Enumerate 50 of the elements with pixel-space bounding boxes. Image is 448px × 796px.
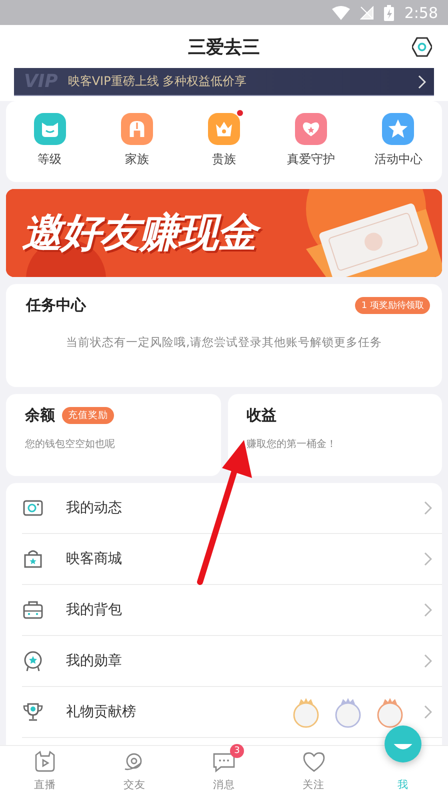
chevron-right-icon bbox=[424, 552, 432, 566]
wifi-icon bbox=[332, 6, 350, 20]
shortcut-label[interactable]: 贵族 bbox=[212, 151, 236, 168]
shortcut-label[interactable]: 活动中心 bbox=[374, 151, 422, 168]
shortcut-label[interactable]: 家族 bbox=[124, 151, 149, 168]
chevron-right-icon bbox=[424, 654, 432, 668]
tab[interactable]: 交友 bbox=[90, 746, 180, 796]
menu-label: 我的动态 bbox=[66, 499, 123, 517]
menu-item[interactable]: 映客商城 bbox=[22, 534, 442, 585]
risk-message: 当前状态有一定风险哦,请您尝试登录其他账号解锁更多任务 bbox=[65, 335, 383, 350]
tab[interactable]: 关注 bbox=[268, 746, 358, 796]
backpack-icon bbox=[22, 599, 44, 621]
battery-icon bbox=[384, 4, 394, 20]
card-title: 收益 bbox=[246, 406, 276, 425]
tab[interactable]: 直播 bbox=[0, 746, 90, 796]
chevron-right-icon bbox=[424, 705, 432, 719]
no-sim-icon bbox=[360, 6, 374, 20]
menu-label: 映客商城 bbox=[66, 550, 123, 568]
card-subtitle: 赚取您的第一桶金！ bbox=[246, 438, 338, 451]
chevron-right-icon bbox=[424, 501, 432, 515]
menu-item[interactable]: 我的背包 bbox=[22, 585, 442, 636]
shortcut-icon[interactable] bbox=[34, 113, 66, 145]
shortcut-label[interactable]: 等级 bbox=[38, 151, 62, 168]
chevron-right-icon bbox=[418, 74, 426, 88]
medal-icon bbox=[22, 650, 44, 672]
menu-label: 我的勋章 bbox=[66, 652, 123, 670]
unread-badge: 3 bbox=[230, 744, 244, 758]
settings-icon[interactable] bbox=[412, 37, 432, 57]
shortcut-icon[interactable] bbox=[295, 113, 328, 145]
shopping-bag-icon bbox=[22, 548, 44, 570]
shortcut-icon[interactable] bbox=[120, 113, 153, 145]
menu-item[interactable]: 我的动态 bbox=[22, 483, 442, 534]
clock: 2:58 bbox=[404, 4, 438, 22]
page-title: 三爱去三 bbox=[188, 36, 260, 58]
shortcut-label[interactable]: 真爱守护 bbox=[287, 151, 336, 168]
vip-promo-text: 映客VIP重磅上线 多种权益低价享 bbox=[68, 73, 248, 90]
earnings-card[interactable]: 收益 赚取您的第一桶金！ bbox=[228, 394, 442, 476]
shortcut-icon[interactable] bbox=[382, 113, 414, 145]
smiley-bubble-icon[interactable] bbox=[383, 724, 424, 764]
chevron-right-icon bbox=[424, 603, 432, 617]
section-title: 任务中心 bbox=[26, 296, 86, 315]
trophy-icon bbox=[22, 701, 44, 723]
menu-label: 礼物贡献榜 bbox=[66, 703, 137, 721]
card-subtitle: 您的钱包空空如也呢 bbox=[25, 438, 116, 451]
balance-card[interactable]: 余额 充值奖励 您的钱包空空如也呢 bbox=[6, 394, 220, 476]
menu-item[interactable]: 我的勋章 bbox=[22, 636, 442, 687]
card-title: 余额 bbox=[25, 406, 55, 425]
menu-label: 我的背包 bbox=[66, 601, 123, 619]
tab[interactable]: 消息 3 bbox=[179, 746, 269, 796]
shortcut-icon[interactable] bbox=[208, 113, 240, 145]
